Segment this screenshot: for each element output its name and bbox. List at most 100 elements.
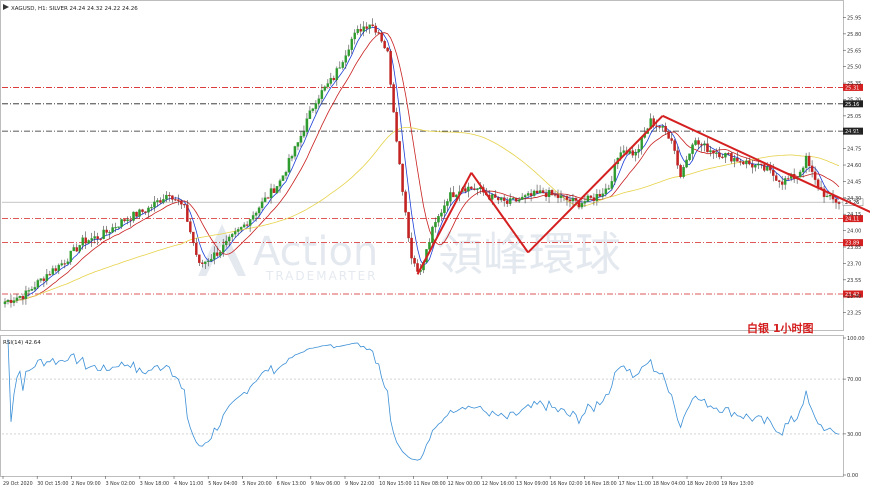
candle-body xyxy=(706,143,709,153)
candle-body xyxy=(72,247,76,252)
price-tick-label: 23.25 xyxy=(847,311,861,317)
candle-body xyxy=(502,197,506,201)
candle-body xyxy=(413,257,416,264)
candle-body xyxy=(87,240,90,244)
candle-body xyxy=(177,199,180,201)
candle-body xyxy=(395,111,398,142)
candle-body xyxy=(810,165,814,172)
rsi-tick-label: 100.00 xyxy=(847,336,865,342)
rsi-tick-label: 0.00 xyxy=(847,473,858,479)
candle-body xyxy=(679,165,682,177)
candle-body xyxy=(745,160,748,165)
candle-body xyxy=(691,144,694,154)
time-tick-label: 6 Nov 13:00 xyxy=(277,481,306,487)
candle-body xyxy=(159,200,162,203)
candle-body xyxy=(703,143,706,146)
candle-body xyxy=(715,152,718,154)
rsi-label: RSI(14) 42.64 xyxy=(3,340,41,346)
rsi-tick-label: 70.00 xyxy=(847,377,861,383)
price-tick-label: 23.40 xyxy=(847,294,861,300)
price-tick-label: 25.50 xyxy=(847,65,861,71)
candle-body xyxy=(730,153,733,162)
chart-canvas: Action 領峰環球 TRADEMARTER 25.3125.1624.912… xyxy=(0,0,870,489)
candle-body xyxy=(604,188,608,194)
candle-body xyxy=(126,219,129,222)
candle-body xyxy=(825,195,829,198)
candle-body xyxy=(774,175,778,181)
candle-body xyxy=(559,195,563,198)
candle-body xyxy=(368,24,371,29)
candle-body xyxy=(365,26,368,29)
candle-body xyxy=(437,216,440,223)
candle-body xyxy=(230,233,234,238)
candle-body xyxy=(296,142,300,147)
watermark-sub: TRADEMARTER xyxy=(265,269,378,283)
candle-body xyxy=(90,238,93,241)
candle-body xyxy=(114,227,117,229)
candle-body xyxy=(676,150,679,166)
candle-body xyxy=(99,238,102,240)
candle-body xyxy=(18,296,22,298)
candle-body xyxy=(496,197,500,201)
time-tick-label: 3 Nov 18:00 xyxy=(140,481,169,487)
candle-body xyxy=(314,103,318,109)
candle-body xyxy=(93,236,96,239)
candle-body xyxy=(3,301,7,305)
candle-body xyxy=(535,190,539,194)
candle-body xyxy=(326,83,330,88)
candle-body xyxy=(156,200,159,203)
candle-body xyxy=(6,299,10,302)
candle-body xyxy=(320,90,324,99)
candle-body xyxy=(260,201,264,208)
candle-body xyxy=(748,160,751,165)
candle-body xyxy=(783,178,787,185)
candle-body xyxy=(96,236,99,239)
time-tick-label: 10 Nov 15:00 xyxy=(379,481,411,487)
candle-body xyxy=(416,263,419,272)
time-tick-label: 9 Nov 22:00 xyxy=(345,481,374,487)
candle-body xyxy=(293,146,297,157)
candle-body xyxy=(622,150,626,153)
candle-body xyxy=(227,236,231,242)
candle-body xyxy=(520,196,524,200)
candle-body xyxy=(637,149,640,153)
candle-body xyxy=(81,237,84,246)
candle-body xyxy=(221,244,225,253)
candle-body xyxy=(777,180,781,182)
price-tick-label: 24.90 xyxy=(847,130,861,136)
candle-body xyxy=(697,140,700,145)
rsi-tick-label: 30.00 xyxy=(847,432,861,438)
candle-body xyxy=(60,263,64,266)
candle-body xyxy=(305,118,309,132)
candle-body xyxy=(302,131,306,137)
candle-body xyxy=(541,190,545,194)
candle-body xyxy=(589,195,593,198)
candle-body xyxy=(598,194,602,197)
candle-body xyxy=(105,229,108,233)
candle-body xyxy=(195,242,198,255)
candle-body xyxy=(266,197,270,199)
candle-body xyxy=(359,29,362,32)
candle-body xyxy=(135,211,138,217)
candle-body xyxy=(117,226,120,228)
candle-body xyxy=(48,274,52,276)
candle-body xyxy=(673,140,676,151)
candle-body xyxy=(201,262,204,264)
price-tick-label: 25.80 xyxy=(847,32,861,38)
candle-body xyxy=(526,193,530,196)
time-tick-label: 30 Oct 15:00 xyxy=(37,481,68,487)
candle-body xyxy=(236,229,240,232)
candle-body xyxy=(493,194,497,198)
candle-body xyxy=(78,245,81,252)
candle-body xyxy=(467,186,470,192)
candle-body xyxy=(757,163,760,166)
candle-body xyxy=(356,29,359,34)
candle-body xyxy=(66,261,70,265)
candle-body xyxy=(407,212,410,239)
candle-body xyxy=(511,198,515,200)
candle-body xyxy=(150,207,153,209)
candle-body xyxy=(132,211,135,221)
candle-body xyxy=(290,156,294,159)
candle-body xyxy=(718,152,721,158)
candle-body xyxy=(532,190,536,196)
